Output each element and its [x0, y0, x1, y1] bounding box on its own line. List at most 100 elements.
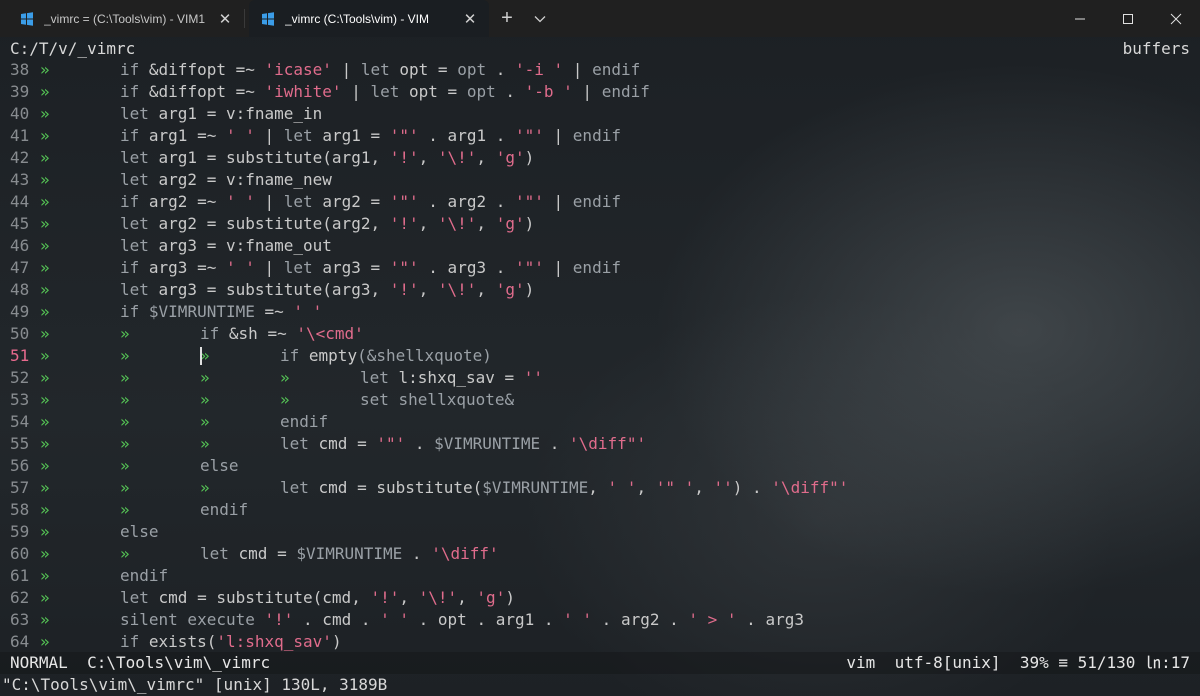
- vim-app-icon: [20, 11, 34, 26]
- line-number: 40: [10, 104, 30, 123]
- indent-guide: »: [120, 324, 130, 343]
- code-token: else: [120, 522, 159, 541]
- code-token: arg2 =~: [148, 192, 226, 211]
- code-token: l:shxq_sav =: [398, 368, 524, 387]
- code-token: |: [543, 126, 573, 145]
- text-cursor: [200, 347, 202, 365]
- code-line[interactable]: 42 » let arg1 = substitute(arg1, '!', '\!'…: [0, 147, 1200, 169]
- close-window-button[interactable]: [1152, 0, 1200, 37]
- new-tab-button[interactable]: +: [489, 0, 525, 37]
- tab-title: _vimrc (C:\Tools\vim) - VIM: [285, 11, 429, 26]
- line-number: 48: [10, 280, 30, 299]
- code-line[interactable]: 59 » else: [0, 521, 1200, 543]
- code-line[interactable]: 53 » » » » set shellxquote&: [0, 389, 1200, 411]
- string-token: 'g': [495, 148, 525, 167]
- code-buffer[interactable]: 38 » if &diffopt =~ 'icase' | let opt = op…: [0, 59, 1200, 653]
- code-line[interactable]: 64 » if exists('l:shxq_sav'): [0, 631, 1200, 653]
- code-line[interactable]: 40 » let arg1 = v:fname_in: [0, 103, 1200, 125]
- code-line[interactable]: 58 » » endif: [0, 499, 1200, 521]
- code-line[interactable]: 38 » if &diffopt =~ 'icase' | let opt = op…: [0, 59, 1200, 81]
- code-text: let arg2 = v:fname_new: [120, 169, 332, 191]
- code-token: .: [405, 434, 435, 453]
- line-number: 46: [10, 236, 30, 255]
- string-token: ' ': [293, 302, 323, 321]
- indent-guide: »: [120, 434, 130, 453]
- indent-guide: »: [40, 368, 50, 387]
- code-token: cmd =: [318, 434, 377, 453]
- indent-guide: »: [40, 610, 50, 629]
- code-token: if: [200, 324, 229, 343]
- code-token: else: [200, 456, 239, 475]
- tab-vim1[interactable]: _vimrc = (C:\Tools\vim) - VIM1 ✕: [8, 0, 244, 37]
- line-number: 61: [10, 566, 30, 585]
- code-line[interactable]: 51»»» if empty(&shellxquote): [0, 345, 1200, 367]
- code-token: opt: [466, 82, 496, 101]
- code-token: endif: [200, 500, 249, 519]
- code-line[interactable]: 57 » » » let cmd = substitute($VIMRUNTIME, '…: [0, 477, 1200, 499]
- vim-app-icon: [261, 11, 275, 26]
- code-token: arg1 =~: [148, 126, 226, 145]
- string-token: '"': [514, 192, 544, 211]
- code-line[interactable]: 45 » let arg2 = substitute(arg2, '!', '\!'…: [0, 213, 1200, 235]
- code-line[interactable]: 52 » » » » let l:shxq_sav = '': [0, 367, 1200, 389]
- code-line[interactable]: 50 » » if &sh =~ '\<cmd': [0, 323, 1200, 345]
- code-line[interactable]: 61 » endif: [0, 565, 1200, 587]
- code-token: let: [120, 588, 159, 607]
- code-line[interactable]: 54 » » » endif: [0, 411, 1200, 433]
- code-token: let: [120, 148, 159, 167]
- minimize-button[interactable]: [1056, 0, 1104, 37]
- string-token: '!': [370, 588, 400, 607]
- code-line[interactable]: 43 » let arg2 = v:fname_new: [0, 169, 1200, 191]
- code-token: cmd = substitute(: [318, 478, 483, 497]
- code-line[interactable]: 46 » let arg3 = v:fname_out: [0, 235, 1200, 257]
- indent-guide: »: [40, 214, 50, 233]
- code-token: ,: [418, 148, 438, 167]
- string-token: '"': [389, 258, 419, 277]
- maximize-button[interactable]: [1104, 0, 1152, 37]
- code-line[interactable]: 60 » » let cmd = $VIMRUNTIME . '\diff': [0, 543, 1200, 565]
- code-token: endif: [120, 566, 169, 585]
- code-token: |: [254, 126, 284, 145]
- code-token: ,: [418, 214, 438, 233]
- tab-vim[interactable]: _vimrc (C:\Tools\vim) - VIM ✕: [249, 0, 489, 37]
- tabline-path[interactable]: C:/T/v/_vimrc: [10, 39, 135, 58]
- code-line[interactable]: 44 » if arg2 =~ ' ' | let arg2 = '"' . arg…: [0, 191, 1200, 213]
- code-token: let: [360, 60, 390, 79]
- code-line[interactable]: 62 » let cmd = substitute(cmd, '!', '\!', …: [0, 587, 1200, 609]
- code-line[interactable]: 56 » » else: [0, 455, 1200, 477]
- string-token: ' > ': [688, 610, 737, 629]
- code-line[interactable]: 48 » let arg3 = substitute(arg3, '!', '\!'…: [0, 279, 1200, 301]
- code-text: else: [200, 455, 239, 477]
- title-bar-drag-area[interactable]: [555, 0, 1056, 37]
- line-number: 51: [10, 346, 30, 365]
- code-token: let: [360, 368, 399, 387]
- close-tab-icon[interactable]: ✕: [216, 10, 234, 28]
- code-token: if: [120, 126, 149, 145]
- line-number: 63: [10, 610, 30, 629]
- line-number: 62: [10, 588, 30, 607]
- close-tab-icon[interactable]: ✕: [461, 10, 479, 28]
- indent-guide: »: [40, 82, 50, 101]
- code-token: ) .: [732, 478, 772, 497]
- code-text: let cmd = substitute($VIMRUNTIME, ' ', '…: [280, 477, 848, 499]
- string-token: ' ': [225, 258, 255, 277]
- command-line[interactable]: "C:\Tools\vim\_vimrc" [unix] 130L, 3189B: [0, 674, 1200, 696]
- indent-guide: »: [40, 60, 50, 79]
- vim-editor[interactable]: C:/T/v/_vimrc buffers 38 » if &diffopt =~ …: [0, 37, 1200, 696]
- code-token: . arg2 .: [592, 610, 689, 629]
- code-line[interactable]: 49 » if $VIMRUNTIME =~ ' ': [0, 301, 1200, 323]
- tab-dropdown-button[interactable]: [525, 0, 555, 37]
- code-token: $VIMRUNTIME: [296, 544, 403, 563]
- indent-guide: »: [40, 236, 50, 255]
- code-token: arg1 = v:fname_in: [158, 104, 323, 123]
- code-token: if: [120, 302, 149, 321]
- code-line[interactable]: 39 » if &diffopt =~ 'iwhite' | let opt = o…: [0, 81, 1200, 103]
- code-line[interactable]: 41 » if arg1 =~ ' ' | let arg1 = '"' . arg…: [0, 125, 1200, 147]
- code-text: let cmd = $VIMRUNTIME . '\diff': [200, 543, 499, 565]
- code-line[interactable]: 55 » » » let cmd = '"' . $VIMRUNTIME . '\dif…: [0, 433, 1200, 455]
- code-line[interactable]: 47 » if arg3 =~ ' ' | let arg3 = '"' . arg…: [0, 257, 1200, 279]
- code-line[interactable]: 63 » silent execute '!' . cmd . ' ' . opt …: [0, 609, 1200, 631]
- code-token: arg3 =~: [148, 258, 226, 277]
- code-token: ,: [636, 478, 656, 497]
- code-token: .: [495, 82, 525, 101]
